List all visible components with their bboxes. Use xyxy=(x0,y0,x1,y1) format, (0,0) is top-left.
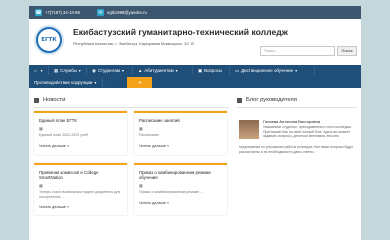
question-icon: ▣ xyxy=(198,67,203,73)
nav-item-questions[interactable]: ▣ Вопросы xyxy=(195,65,225,76)
news-card-text: Приказ о комбинированном режиме ... xyxy=(139,190,204,195)
blog-heading: Блог руководителя xyxy=(237,97,297,103)
news-card-title[interactable]: Единый план ЕГТК xyxy=(39,118,122,123)
nav-label: Службы xyxy=(60,68,77,73)
director-photo[interactable] xyxy=(239,120,259,139)
grid-icon: ▦ xyxy=(54,67,59,73)
read-more-link[interactable]: Читать дальше » xyxy=(39,144,122,148)
nav-item-students[interactable]: ◉ Студентам ▾ xyxy=(89,65,127,76)
top-contact-bar: ☎ +7(7187) 34-13-68 ✉ egtk1999@yandex.ru xyxy=(29,6,361,19)
nav-divider xyxy=(48,66,49,75)
nav-divider xyxy=(132,66,133,75)
read-more-link[interactable]: Читать дальше » xyxy=(139,201,222,205)
nav-label: ▸ xyxy=(113,79,117,85)
nav-item-active[interactable]: ➜ xyxy=(127,77,152,88)
page-container: ЕГТК Екибастузский гуманитарно-техническ… xyxy=(29,19,361,240)
email-contact[interactable]: ✉ egtk1999@yandex.ru xyxy=(97,6,147,19)
nav-divider xyxy=(86,66,87,75)
nav-label: Противодействие коррупции xyxy=(34,80,93,85)
nav-divider xyxy=(314,66,315,75)
chevron-down-icon: ▾ xyxy=(40,69,43,73)
news-heading: Новости xyxy=(34,97,65,103)
nav-label: Студентам xyxy=(97,68,120,73)
email-text: egtk1999@yandex.ru xyxy=(107,10,147,15)
phone-contact[interactable]: ☎ +7(7187) 34-13-68 xyxy=(35,6,80,19)
calendar-icon: ▦ xyxy=(39,126,43,132)
news-divider xyxy=(34,107,229,108)
logo-text: ЕГТК xyxy=(38,29,60,51)
nav-divider xyxy=(192,66,193,75)
nav-item-applicants[interactable]: ▲ Абитуриентам ▾ xyxy=(135,65,181,76)
blog-intro-text-continued: предложения по улучшению работы колледжа… xyxy=(239,145,354,154)
college-logo[interactable]: ЕГТК xyxy=(34,25,64,55)
news-card[interactable]: Расписание занятий ▦ Расписание Читать д… xyxy=(134,111,227,155)
home-icon: ⌂ xyxy=(34,68,37,73)
blog-heading-text: Блог руководителя xyxy=(246,97,297,103)
news-card-text: Расписание xyxy=(139,133,159,138)
laptop-icon: ▭ xyxy=(235,67,240,73)
arrow-right-icon: ➜ xyxy=(137,79,142,85)
read-more-link[interactable]: Читать дальше » xyxy=(139,144,222,148)
blog-divider xyxy=(237,107,357,108)
chevron-down-icon: ▾ xyxy=(121,69,124,73)
nav-label: Вопросы xyxy=(204,68,223,73)
news-card-title[interactable]: Приемная комиссия и College SmartNation xyxy=(39,170,122,180)
nav-home[interactable]: ⌂ ▾ xyxy=(31,65,46,76)
chevron-down-icon: ▾ xyxy=(78,69,81,73)
search-button[interactable]: Поиск xyxy=(337,46,357,56)
graduation-cap-icon: ▲ xyxy=(138,68,143,73)
calendar-icon: ▦ xyxy=(139,126,143,132)
calendar-icon: ▦ xyxy=(139,183,143,189)
nav-item-services[interactable]: ▦ Службы ▾ xyxy=(51,65,84,76)
nav-label: Абитуриентам xyxy=(144,68,174,73)
search-input[interactable]: Поиск... xyxy=(260,46,335,56)
news-card-title[interactable]: Приказ о комбинированном режиме обучения xyxy=(139,170,222,180)
chevron-down-icon: ▾ xyxy=(175,69,178,73)
phone-icon: ☎ xyxy=(35,9,42,16)
nav-divider xyxy=(229,66,230,75)
nav-label: Дистанционное обучение xyxy=(241,68,294,73)
news-icon xyxy=(34,97,39,103)
chevron-down-icon: ▾ xyxy=(295,69,297,73)
news-card[interactable]: Приказ о комбинированном режиме обучения… xyxy=(134,163,227,215)
director-name[interactable]: Галиева Антонина Викторовна xyxy=(263,119,320,124)
site-address: Республика Казахстан, г. Экибастуз, Бауы… xyxy=(73,41,195,46)
news-card-text: Единый план 2022-2023 учеб. xyxy=(39,133,89,138)
nav-divider xyxy=(102,78,103,87)
news-card[interactable]: Приемная комиссия и College SmartNation … xyxy=(34,163,127,215)
blog-intro-text: Уважаемые студенты, преподаватели и гост… xyxy=(263,125,352,138)
user-icon: ◉ xyxy=(92,67,96,73)
blog-icon xyxy=(237,97,242,103)
nav-item-more[interactable]: ▸ xyxy=(105,77,125,88)
news-card[interactable]: Единый план ЕГТК ▦ Единый план 2022-2023… xyxy=(34,111,127,155)
nav-item-distance-learning[interactable]: ▭ Дистанционное обучение ▾ xyxy=(232,65,300,76)
news-card-text: Теперь стало возможным подать документы … xyxy=(39,190,121,199)
news-heading-text: Новости xyxy=(43,97,66,103)
site-title: Екибастузский гуманитарно-технический ко… xyxy=(73,27,288,37)
search-placeholder: Поиск... xyxy=(264,49,278,53)
mail-icon: ✉ xyxy=(97,9,104,16)
nav-item-anticorruption[interactable]: Противодействие коррупции ▾ xyxy=(31,77,99,88)
news-card-title[interactable]: Расписание занятий xyxy=(139,118,222,123)
chevron-down-icon: ▾ xyxy=(94,81,97,85)
main-nav: ⌂ ▾ ▦ Службы ▾ ◉ Студентам ▾ ▲ Абитуриен… xyxy=(29,65,361,88)
read-more-link[interactable]: Читать дальше » xyxy=(39,205,122,209)
calendar-icon: ▦ xyxy=(39,183,43,189)
phone-text: +7(7187) 34-13-68 xyxy=(45,10,80,15)
